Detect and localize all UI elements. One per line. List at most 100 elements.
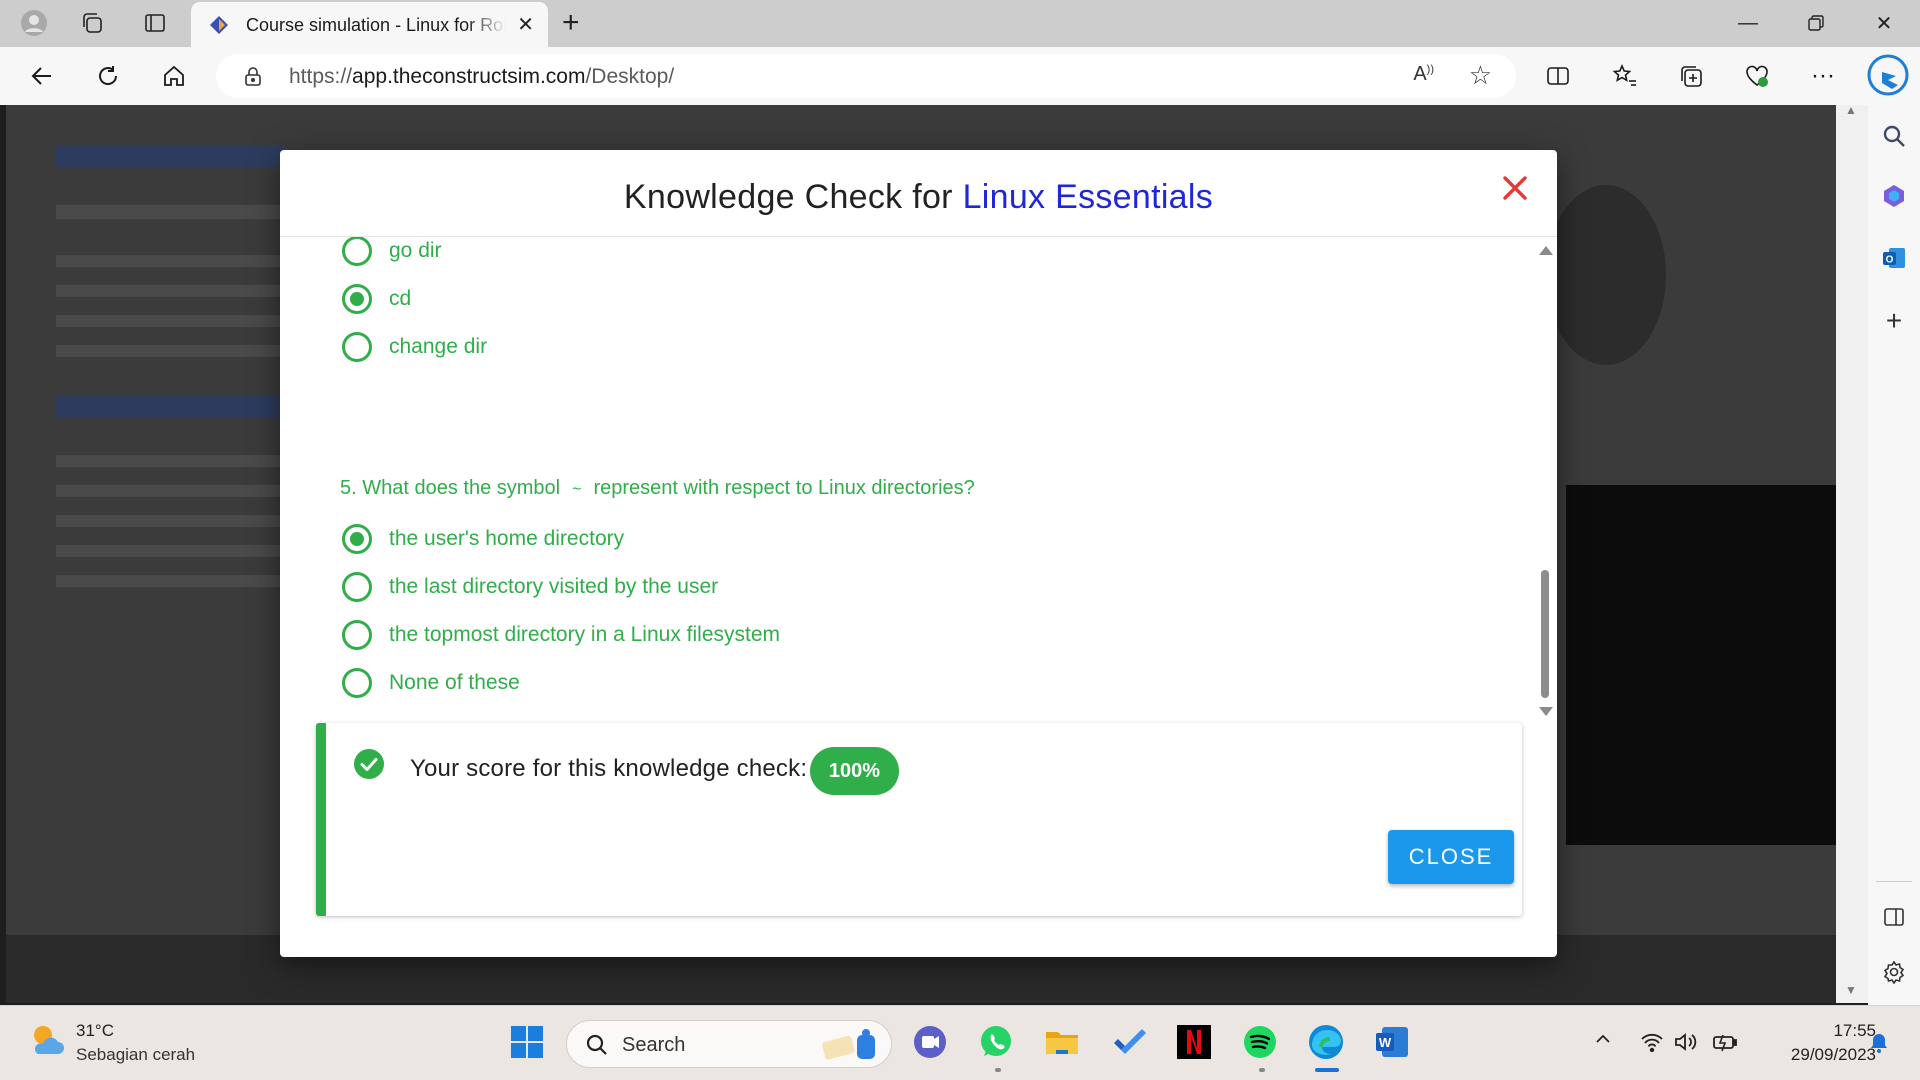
edge-icon[interactable] [1306, 1022, 1346, 1062]
radio-button[interactable] [342, 620, 372, 650]
radio-button[interactable] [342, 668, 372, 698]
home-icon[interactable] [157, 59, 191, 93]
todo-icon[interactable] [1108, 1022, 1148, 1062]
read-aloud-icon[interactable]: A)) [1413, 63, 1434, 86]
copilot-icon[interactable] [1866, 53, 1910, 97]
browser-tab-bar: Course simulation - Linux for Robotics ✕… [0, 0, 1920, 47]
option-label: None of these [389, 671, 520, 694]
url-text[interactable]: https://app.theconstructsim.com/Desktop/ [289, 65, 674, 89]
radio-button[interactable] [342, 237, 372, 266]
split-screen-icon[interactable] [1541, 59, 1575, 93]
window-close-icon[interactable]: ✕ [1864, 6, 1904, 40]
netflix-icon[interactable] [1174, 1022, 1214, 1062]
chevron-up-icon[interactable] [1594, 1030, 1612, 1053]
option-label: the last directory visited by the user [389, 575, 719, 598]
tab-favicon [210, 16, 228, 34]
q4-option-change-dir[interactable]: change dir [342, 331, 487, 363]
settings-icon[interactable] [1879, 957, 1909, 987]
wifi-icon[interactable] [1640, 1032, 1664, 1057]
check-circle-icon [354, 749, 384, 779]
workspaces-icon[interactable] [77, 8, 107, 38]
word-icon[interactable]: W [1372, 1022, 1412, 1062]
bg-text-line [56, 345, 286, 357]
clock-date[interactable]: 29/09/2023 [1744, 1045, 1876, 1065]
question-5-prefix: 5. What does the symbol [340, 477, 561, 499]
option-label: go dir [389, 239, 442, 262]
bg-text-line [56, 515, 286, 527]
page-scrollbar[interactable]: ▲ ▼ [1836, 103, 1868, 1003]
browser-toolbar: https://app.theconstructsim.com/Desktop/… [0, 47, 1920, 105]
bg-text-line [56, 485, 286, 497]
modal-title-prefix: Knowledge Check for [623, 178, 953, 216]
teams-icon[interactable] [910, 1022, 950, 1062]
back-icon[interactable] [25, 59, 59, 93]
browser-essentials-icon[interactable] [1740, 59, 1774, 93]
bg-text-line [56, 285, 286, 297]
sidebar-layout-icon[interactable] [1879, 902, 1909, 932]
volume-icon[interactable] [1674, 1032, 1698, 1057]
question-5-symbol: ~ [572, 481, 582, 498]
scroll-up-icon[interactable] [1539, 246, 1553, 255]
bg-text-line [56, 315, 286, 327]
page-scroll-up-icon[interactable]: ▲ [1845, 103, 1857, 117]
sidebar-search-icon[interactable] [1879, 121, 1909, 151]
clock-time[interactable]: 17:55 [1792, 1021, 1876, 1041]
q5-option-home-directory[interactable]: the user's home directory [342, 523, 624, 555]
radio-button[interactable] [342, 572, 372, 602]
profile-icon[interactable] [19, 8, 49, 38]
option-label: change dir [389, 335, 488, 358]
bg-terminal [1566, 485, 1836, 845]
q5-option-last-directory[interactable]: the last directory visited by the user [342, 571, 718, 603]
weather-description[interactable]: Sebagian cerah [76, 1045, 195, 1065]
notification-bell-icon[interactable] [1868, 1032, 1890, 1059]
score-label: Your score for this knowledge check: [410, 755, 808, 782]
q4-option-go-dir[interactable]: go dir [342, 237, 442, 267]
collections-icon[interactable] [1674, 59, 1708, 93]
quiz-scrollbar[interactable] [1538, 246, 1553, 716]
radio-button-selected[interactable] [342, 524, 372, 554]
file-explorer-icon[interactable] [1042, 1022, 1082, 1062]
tab-course-simulation[interactable]: Course simulation - Linux for Robotics ✕ [191, 2, 548, 47]
q5-option-none[interactable]: None of these [342, 667, 520, 699]
modal-title: Knowledge Check for Linux Essentials [280, 178, 1557, 217]
outlook-icon[interactable]: O [1879, 243, 1909, 273]
radio-button-selected[interactable] [342, 284, 372, 314]
q4-option-cd[interactable]: cd [342, 283, 411, 315]
close-button[interactable]: CLOSE [1388, 830, 1514, 884]
scrollbar-thumb[interactable] [1541, 570, 1549, 698]
bg-robot-image [1546, 185, 1666, 365]
search-highlight-icon [822, 1029, 875, 1060]
tab-close-icon[interactable]: ✕ [517, 12, 534, 37]
weather-temperature[interactable]: 31°C [76, 1021, 114, 1041]
favorite-star-icon[interactable]: ☆ [1469, 60, 1492, 91]
new-tab-icon[interactable]: + [562, 6, 580, 40]
sidebar-shopping-icon[interactable] [1879, 181, 1909, 211]
tab-actions-icon[interactable] [140, 8, 170, 38]
weather-icon[interactable] [26, 1020, 66, 1060]
taskbar-search[interactable]: Search [566, 1020, 892, 1068]
restore-icon[interactable] [1796, 6, 1836, 40]
refresh-icon[interactable] [91, 59, 125, 93]
knowledge-check-modal: Knowledge Check for Linux Essentials go … [280, 150, 1557, 957]
windows-start-icon[interactable] [507, 1022, 547, 1062]
tab-title: Course simulation - Linux for Robotics [246, 15, 506, 35]
active-indicator [1315, 1068, 1339, 1072]
scroll-down-icon[interactable] [1539, 707, 1553, 716]
whatsapp-icon[interactable] [976, 1022, 1016, 1062]
url-host: app.theconstructsim.com [352, 65, 586, 88]
q5-option-topmost-directory[interactable]: the topmost directory in a Linux filesys… [342, 619, 780, 651]
add-icon[interactable]: + [1879, 305, 1909, 336]
bg-header-block [56, 395, 286, 417]
lock-icon[interactable] [243, 66, 263, 86]
page-scroll-down-icon[interactable]: ▼ [1845, 983, 1857, 997]
minimize-icon[interactable]: — [1728, 6, 1768, 40]
battery-icon[interactable] [1712, 1032, 1738, 1057]
spotify-icon[interactable] [1240, 1022, 1280, 1062]
radio-button[interactable] [342, 332, 372, 362]
svg-text:W: W [1379, 1035, 1392, 1050]
favorites-icon[interactable] [1608, 59, 1642, 93]
score-badge: 100% [810, 747, 899, 795]
address-bar[interactable]: https://app.theconstructsim.com/Desktop/… [216, 54, 1516, 98]
more-icon[interactable]: ··· [1806, 59, 1840, 93]
modal-close-icon[interactable] [1497, 170, 1533, 206]
